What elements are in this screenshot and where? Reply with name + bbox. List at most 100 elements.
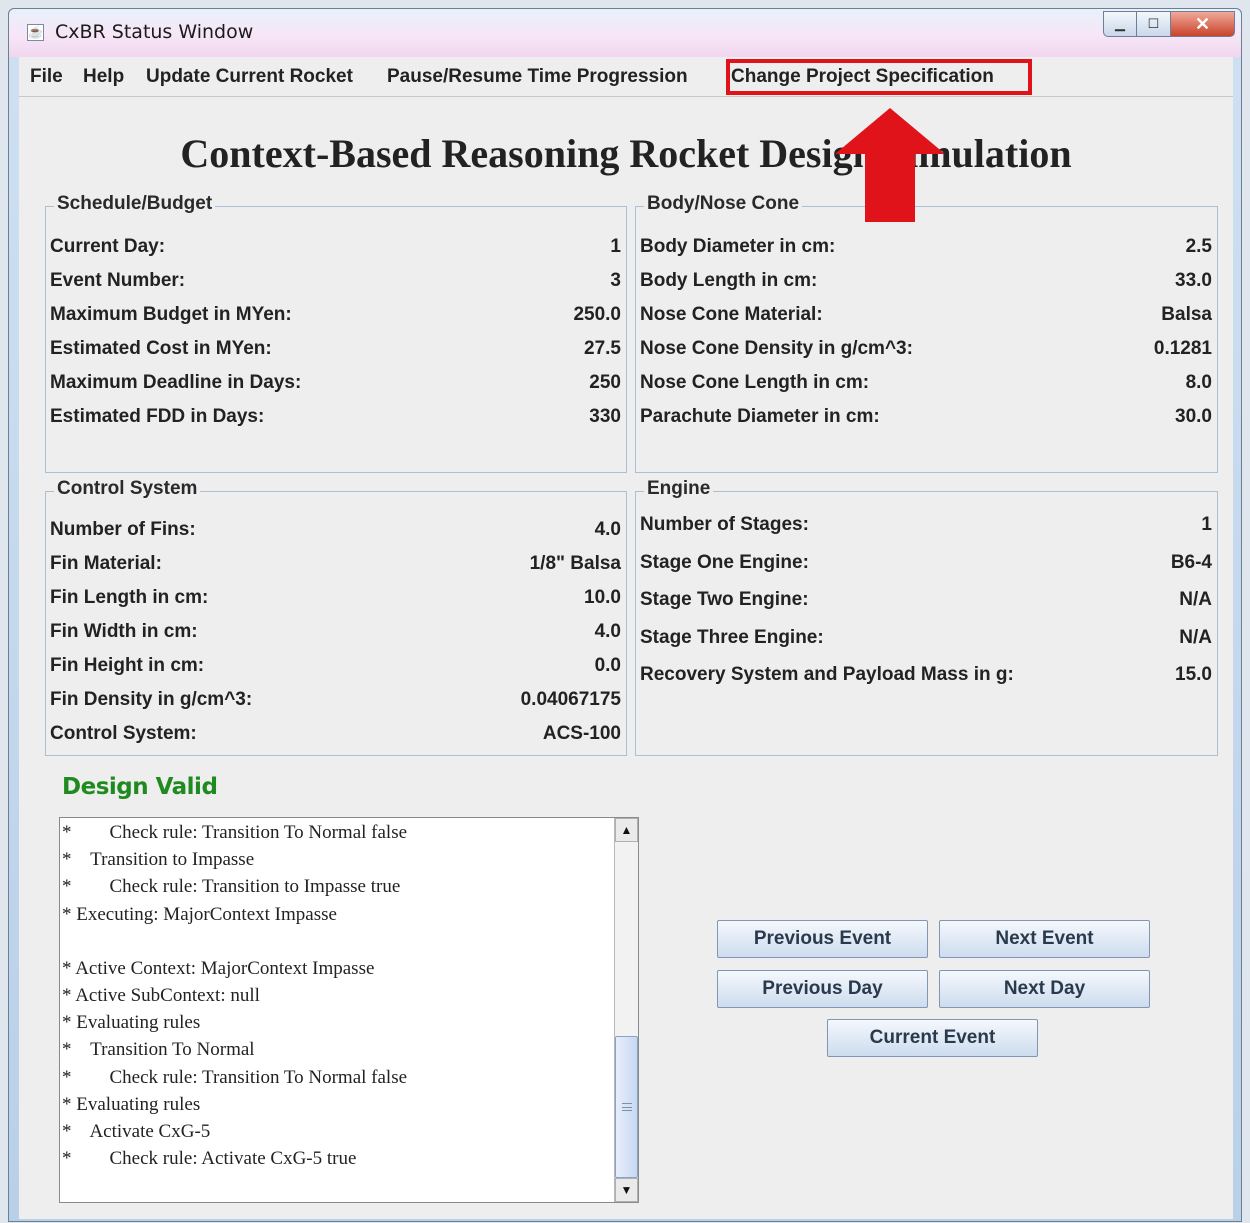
row-value: 15.0 <box>1175 664 1212 685</box>
log-text-area[interactable]: * Check rule: Transition To Normal false… <box>59 817 639 1203</box>
title-bar[interactable]: ☕ CxBR Status Window ▁ ☐ ✕ <box>9 9 1241 57</box>
row-label: Number of Fins: <box>50 519 196 540</box>
log-line: * Check rule: Transition To Normal false <box>62 1067 408 1088</box>
info-row: Event Number: 3 <box>50 270 621 300</box>
info-row: Stage Two Engine: N/A <box>640 589 1212 619</box>
row-label: Body Length in cm: <box>640 270 818 291</box>
red-arrow-icon <box>835 108 945 222</box>
log-line: * Check rule: Activate CxG-5 true <box>62 1148 357 1169</box>
row-value: 3 <box>610 270 621 291</box>
scroll-down-arrow-icon[interactable]: ▼ <box>615 1178 638 1202</box>
info-row: Number of Stages: 1 <box>640 514 1212 544</box>
info-row: Number of Fins: 4.0 <box>50 519 621 549</box>
row-label: Stage One Engine: <box>640 552 809 573</box>
previous-event-button[interactable]: Previous Event <box>717 920 928 958</box>
row-value: 250 <box>589 372 621 393</box>
info-row: Fin Height in cm: 0.0 <box>50 655 621 685</box>
row-value: 4.0 <box>594 621 621 642</box>
engine-panel: Engine Number of Stages: 1 Stage One Engi… <box>635 478 1218 756</box>
row-label: Fin Material: <box>50 553 162 574</box>
row-value: 27.5 <box>584 338 621 359</box>
info-row: Body Length in cm: 33.0 <box>640 270 1212 300</box>
row-value: N/A <box>1179 627 1212 648</box>
row-value: 10.0 <box>584 587 621 608</box>
row-value: 30.0 <box>1175 406 1212 427</box>
row-label: Estimated FDD in Days: <box>50 406 265 427</box>
java-app-icon: ☕ <box>27 24 44 41</box>
log-line: * Check rule: Transition to Impasse true <box>62 876 401 897</box>
panel-title: Control System <box>54 478 201 500</box>
next-event-button[interactable]: Next Event <box>939 920 1150 958</box>
grip-icon <box>622 1103 632 1111</box>
row-value: 250.0 <box>573 304 621 325</box>
info-row: Nose Cone Material: Balsa <box>640 304 1212 334</box>
close-icon: ✕ <box>1194 13 1211 34</box>
row-value: 1 <box>1201 514 1212 535</box>
window-title: CxBR Status Window <box>55 21 254 43</box>
current-event-button[interactable]: Current Event <box>827 1019 1038 1057</box>
menu-file[interactable]: File <box>30 57 63 97</box>
info-row: Body Diameter in cm: 2.5 <box>640 236 1212 266</box>
panel-title: Body/Nose Cone <box>644 193 803 215</box>
info-row: Recovery System and Payload Mass in g: 15… <box>640 664 1212 694</box>
window-controls: ▁ ☐ ✕ <box>1103 11 1235 37</box>
row-label: Current Day: <box>50 236 166 257</box>
row-label: Event Number: <box>50 270 186 291</box>
info-row: Control System: ACS-100 <box>50 723 621 753</box>
menu-help[interactable]: Help <box>83 57 124 97</box>
highlight-box <box>726 59 1032 95</box>
scroll-up-arrow-icon[interactable]: ▲ <box>615 818 638 842</box>
log-line: * Executing: MajorContext Impasse <box>62 904 337 925</box>
main-content: Context-Based Reasoning Rocket Design Si… <box>19 97 1233 1219</box>
menu-update-current-rocket[interactable]: Update Current Rocket <box>146 57 353 97</box>
info-row: Maximum Budget in MYen: 250.0 <box>50 304 621 334</box>
close-button[interactable]: ✕ <box>1171 11 1235 37</box>
row-label: Fin Height in cm: <box>50 655 205 676</box>
row-label: Control System: <box>50 723 197 744</box>
info-row: Stage One Engine: B6-4 <box>640 552 1212 582</box>
log-line: * Evaluating rules <box>62 1012 201 1033</box>
control-system-panel: Control System Number of Fins: 4.0 Fin Ma… <box>45 478 627 756</box>
log-line: * Active Context: MajorContext Impasse <box>62 958 375 979</box>
maximize-button[interactable]: ☐ <box>1137 11 1171 37</box>
maximize-icon: ☐ <box>1147 16 1160 31</box>
row-label: Body Diameter in cm: <box>640 236 836 257</box>
log-line: * Activate CxG-5 <box>62 1121 211 1142</box>
row-label: Estimated Cost in MYen: <box>50 338 272 359</box>
row-label: Maximum Budget in MYen: <box>50 304 292 325</box>
row-value: 0.1281 <box>1153 338 1212 359</box>
row-value: N/A <box>1179 589 1212 610</box>
row-value: 330 <box>589 406 621 427</box>
row-value: ACS-100 <box>542 723 621 744</box>
log-scrollbar[interactable]: ▲ ▼ <box>614 818 638 1202</box>
row-value: 0.0 <box>594 655 621 676</box>
row-label: Nose Cone Length in cm: <box>640 372 870 393</box>
info-row: Nose Cone Density in g/cm^3: 0.1281 <box>640 338 1212 368</box>
row-value: B6-4 <box>1170 552 1212 573</box>
log-line: * Transition to Impasse <box>62 849 255 870</box>
log-line: * Check rule: Transition To Normal false <box>62 822 408 843</box>
row-value: 33.0 <box>1175 270 1212 291</box>
row-label: Fin Width in cm: <box>50 621 198 642</box>
next-day-button[interactable]: Next Day <box>939 970 1150 1008</box>
info-row: Fin Density in g/cm^3: 0.04067175 <box>50 689 621 719</box>
previous-day-button[interactable]: Previous Day <box>717 970 928 1008</box>
row-label: Parachute Diameter in cm: <box>640 406 880 427</box>
info-row: Maximum Deadline in Days: 250 <box>50 372 621 402</box>
body-nose-cone-panel: Body/Nose Cone Body Diameter in cm: 2.5 B… <box>635 193 1218 473</box>
row-label: Number of Stages: <box>640 514 809 535</box>
info-row: Estimated Cost in MYen: 27.5 <box>50 338 621 368</box>
row-label: Stage Three Engine: <box>640 627 824 648</box>
row-value: 0.04067175 <box>520 689 621 710</box>
log-line: * Active SubContext: null <box>62 985 260 1006</box>
scrollbar-thumb[interactable] <box>615 1036 638 1178</box>
minimize-button[interactable]: ▁ <box>1103 11 1137 37</box>
panel-title: Engine <box>644 478 714 500</box>
row-label: Nose Cone Material: <box>640 304 823 325</box>
page-title: Context-Based Reasoning Rocket Design Si… <box>180 131 1072 176</box>
info-row: Fin Length in cm: 10.0 <box>50 587 621 617</box>
menu-pause-resume-time[interactable]: Pause/Resume Time Progression <box>387 57 688 97</box>
row-value: 2.5 <box>1185 236 1212 257</box>
log-line: * Transition To Normal <box>62 1039 255 1060</box>
row-value: 4.0 <box>594 519 621 540</box>
